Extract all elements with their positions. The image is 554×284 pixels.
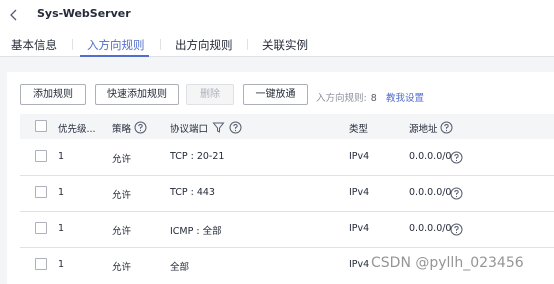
help-circle-icon[interactable] — [450, 149, 463, 164]
cell-policy: 允许 — [112, 154, 132, 165]
cell-priority: 1 — [58, 151, 65, 162]
help-circle-icon[interactable] — [450, 221, 463, 236]
delete-button[interactable]: 删除 — [186, 84, 234, 105]
select-all-checkbox[interactable] — [35, 120, 47, 132]
help-circle-icon[interactable] — [134, 119, 147, 134]
watermark: CSDN @pyllh_023456 — [371, 255, 524, 271]
add-rule-button[interactable]: 添加规则 — [20, 84, 86, 105]
cell-type: IPv4 — [349, 223, 370, 234]
one-click-allow-button[interactable]: 一键放通 — [243, 84, 308, 105]
tab-bar: 基本信息 入方向规则 出方向规则 关联实例 — [0, 34, 554, 57]
cell-source: 0.0.0.0/0 — [409, 223, 452, 234]
page-title: Sys-WebServer — [37, 7, 131, 20]
cell-protocol-port: 全部 — [170, 262, 190, 273]
row-checkbox[interactable] — [35, 258, 47, 270]
tab-basic-info[interactable]: 基本信息 — [11, 37, 57, 53]
tab-divider — [247, 39, 248, 50]
row-checkbox[interactable] — [35, 150, 47, 162]
tab-divider — [160, 39, 161, 50]
rule-count-value: 8 — [370, 93, 377, 104]
cell-type: IPv4 — [349, 187, 370, 198]
cell-protocol-port: ICMP : 全部 — [170, 226, 222, 237]
cell-priority: 1 — [58, 187, 65, 198]
table-header: 优先级... 策略 协议端口 类型 源地址 — [20, 114, 554, 139]
row-checkbox[interactable] — [35, 186, 47, 198]
cell-policy: 允许 — [112, 226, 132, 237]
cell-type: IPv4 — [349, 151, 370, 162]
cell-type: IPv4 — [349, 259, 370, 270]
table-row[interactable]: 1 允许 TCP : 443 IPv4 0.0.0.0/0 — [20, 175, 554, 212]
tab-inbound-rules[interactable]: 入方向规则 — [87, 37, 145, 53]
cell-source: 0.0.0.0/0 — [409, 151, 452, 162]
filter-icon[interactable] — [212, 119, 225, 133]
tab-associated-instances[interactable]: 关联实例 — [262, 37, 308, 53]
top-bar: Sys-WebServer — [0, 0, 554, 30]
cell-protocol-port: TCP : 443 — [170, 187, 215, 198]
column-type: 类型 — [349, 124, 369, 135]
column-protocol-port: 协议端口 — [170, 124, 209, 135]
cell-priority: 1 — [58, 259, 65, 270]
cell-priority: 1 — [58, 223, 65, 234]
table-row[interactable]: 1 允许 TCP : 20-21 IPv4 0.0.0.0/0 — [20, 139, 554, 176]
cell-protocol-port: TCP : 20-21 — [170, 151, 225, 162]
cell-policy: 允许 — [112, 190, 132, 201]
chevron-left-icon[interactable] — [8, 7, 20, 21]
teach-me-link[interactable]: 教我设置 — [386, 90, 424, 104]
inbound-rule-count: 入方向规则: 8 — [316, 90, 377, 104]
cell-source: 0.0.0.0/0 — [409, 187, 452, 198]
column-priority[interactable]: 优先级... — [58, 121, 96, 135]
help-circle-icon[interactable] — [440, 119, 453, 134]
quick-add-rule-button[interactable]: 快速添加规则 — [95, 84, 179, 105]
help-circle-icon[interactable] — [450, 185, 463, 200]
cell-policy: 允许 — [112, 262, 132, 273]
column-source: 源地址 — [409, 124, 438, 135]
table-row[interactable]: 1 允许 ICMP : 全部 IPv4 0.0.0.0/0 — [20, 211, 554, 248]
tab-outbound-rules[interactable]: 出方向规则 — [175, 37, 233, 53]
row-checkbox[interactable] — [35, 222, 47, 234]
help-circle-icon[interactable] — [229, 119, 242, 134]
tab-divider — [72, 39, 73, 50]
rule-count-label: 入方向规则: — [316, 93, 367, 104]
column-policy: 策略 — [112, 124, 132, 135]
